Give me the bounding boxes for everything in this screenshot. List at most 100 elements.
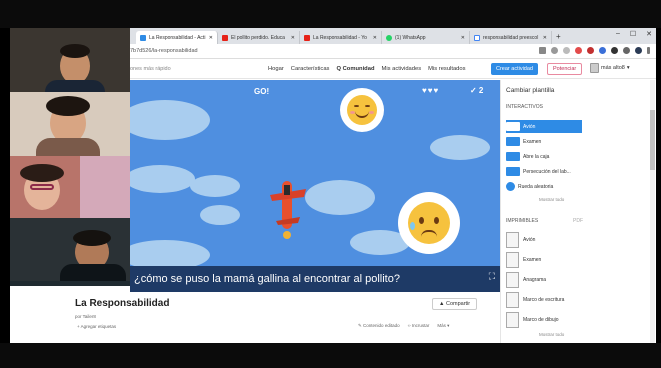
template-item-open-box[interactable]: Abre la caja bbox=[506, 150, 582, 163]
scrollbar-thumb[interactable] bbox=[650, 110, 655, 170]
extension-icon[interactable] bbox=[575, 47, 582, 54]
template-item-maze-chase[interactable]: Persecución del lab... bbox=[506, 165, 582, 178]
participant-shirt bbox=[36, 138, 100, 156]
whatsapp-icon bbox=[386, 34, 392, 41]
tab-google-search[interactable]: responsabilidad preescol ✕ bbox=[470, 31, 552, 44]
minimize-icon[interactable]: – bbox=[616, 30, 620, 38]
participant-hair bbox=[46, 96, 90, 116]
nav-links: Hogar Características Q Comunidad Mis ac… bbox=[268, 66, 466, 72]
drawing-frame-print-icon bbox=[506, 312, 519, 328]
wheel-template-icon bbox=[506, 182, 515, 191]
url-field[interactable]: 7b7d526/la-responsabilidad bbox=[130, 48, 198, 54]
panel-title: Cambiar plantilla bbox=[506, 87, 555, 94]
quiz-template-icon bbox=[506, 137, 520, 146]
activity-author[interactable]: por Tailer8 bbox=[75, 314, 96, 319]
template-item-random-wheel[interactable]: Rueda aleatoria bbox=[506, 180, 582, 193]
wordwall-icon bbox=[140, 34, 146, 41]
sad-face-icon bbox=[408, 202, 450, 244]
video-letterbox-bottom bbox=[0, 343, 661, 368]
close-icon[interactable]: ✕ bbox=[291, 35, 295, 41]
template-item-airplane[interactable]: Avión bbox=[506, 120, 582, 133]
close-window-icon[interactable]: ✕ bbox=[646, 30, 652, 38]
tab-title: (1) WhatsApp bbox=[395, 34, 426, 41]
embed-label: Incrustar bbox=[411, 323, 430, 328]
template-item-quiz[interactable]: Examen bbox=[506, 135, 582, 148]
puzzle-icon[interactable] bbox=[623, 47, 630, 54]
more-menu[interactable]: Más ▾ bbox=[437, 323, 449, 329]
menu-icon[interactable] bbox=[647, 47, 650, 54]
nav-my-results[interactable]: Mis resultados bbox=[428, 66, 465, 72]
star-icon[interactable] bbox=[563, 47, 570, 54]
activity-info: La Responsabilidad por Tailer8 + Agregar… bbox=[75, 292, 500, 343]
embed-icon: ‹› bbox=[407, 323, 411, 328]
zoom-icon[interactable] bbox=[551, 47, 558, 54]
print-item-airplane[interactable]: Avión bbox=[506, 232, 535, 248]
airplane-print-icon bbox=[506, 232, 519, 248]
participant-video-2[interactable] bbox=[10, 92, 130, 156]
participant-video-3[interactable] bbox=[10, 156, 130, 218]
cloud bbox=[130, 100, 210, 140]
participant-hair bbox=[73, 230, 111, 246]
search-input[interactable]: ones más rápido bbox=[130, 66, 171, 72]
tab-title: La Responsabilidad - Acti bbox=[149, 34, 206, 41]
lives-hearts: ♥♥♥ bbox=[422, 86, 440, 95]
print-item-drawing-frame[interactable]: Marco de dibujo bbox=[506, 312, 559, 328]
edit-content-label: Contenido editado bbox=[363, 323, 400, 328]
extension-icon[interactable] bbox=[587, 47, 594, 54]
video-strip-footer bbox=[10, 281, 130, 286]
print-item-anagram[interactable]: Anagrama bbox=[506, 272, 546, 288]
participant-glasses bbox=[30, 184, 54, 190]
edit-content-link[interactable]: ✎ Contenido editado bbox=[358, 323, 400, 329]
answer-cloud-sad[interactable] bbox=[398, 192, 460, 254]
show-all-link[interactable]: Mostrar todo bbox=[539, 197, 564, 202]
boost-button[interactable]: Potenciar bbox=[547, 63, 583, 75]
tab-la-responsabilidad[interactable]: La Responsabilidad - Acti ✕ bbox=[136, 31, 218, 44]
box-template-icon bbox=[506, 152, 520, 161]
answer-cloud-happy[interactable] bbox=[340, 88, 384, 132]
search-icon: Q bbox=[336, 65, 341, 72]
nav-community[interactable]: Q Comunidad bbox=[336, 66, 374, 72]
nav-home[interactable]: Hogar bbox=[268, 66, 284, 72]
add-tags-link[interactable]: + Agregar etiquetas bbox=[77, 324, 116, 329]
template-label: Rueda aleatoria bbox=[518, 183, 554, 190]
print-item-writing-frame[interactable]: Marco de escritura bbox=[506, 292, 564, 308]
close-icon[interactable]: ✕ bbox=[543, 35, 547, 41]
nav-features[interactable]: Características bbox=[291, 66, 330, 72]
participant-video-1[interactable] bbox=[10, 28, 130, 92]
user-menu[interactable]: más alto8 ▾ bbox=[590, 63, 630, 73]
template-label: Anagrama bbox=[523, 277, 547, 283]
create-activity-button[interactable]: Crear actividad bbox=[491, 63, 538, 75]
tab-responsabilidad-youtube[interactable]: La Responsabilidad - Yo ✕ bbox=[300, 31, 382, 44]
new-tab-icon[interactable]: + bbox=[556, 32, 561, 41]
activity-title: La Responsabilidad bbox=[75, 298, 170, 309]
panel-scrollbar[interactable] bbox=[650, 80, 655, 343]
game-canvas[interactable]: GO! ♥♥♥ ✓ 2 ¿cómo se puso la mamá gallin… bbox=[130, 80, 500, 292]
profile-icon[interactable] bbox=[635, 47, 642, 54]
tab-pollito-perdido[interactable]: El pollito perdido. Educa ✕ bbox=[218, 31, 300, 44]
extension-icon[interactable] bbox=[611, 47, 618, 54]
go-label: GO! bbox=[254, 87, 270, 96]
airplane-template-icon bbox=[506, 122, 520, 131]
score-counter: ✓ 2 bbox=[470, 86, 484, 95]
template-label: Marco de dibujo bbox=[523, 317, 559, 323]
close-icon[interactable]: ✕ bbox=[461, 35, 465, 41]
fullscreen-icon[interactable]: ⛶ bbox=[489, 271, 495, 282]
nav-my-activities[interactable]: Mis actividades bbox=[382, 66, 422, 72]
close-icon[interactable]: ✕ bbox=[209, 35, 213, 41]
template-label: Abre la caja bbox=[523, 153, 550, 160]
maximize-icon[interactable]: ☐ bbox=[630, 30, 636, 38]
happy-face-icon bbox=[347, 95, 377, 125]
translate-icon[interactable] bbox=[539, 47, 546, 54]
question-banner: ¿cómo se puso la mamá gallina al encontr… bbox=[130, 266, 500, 292]
extension-icon[interactable] bbox=[599, 47, 606, 54]
question-text: ¿cómo se puso la mamá gallina al encontr… bbox=[134, 273, 400, 285]
print-item-quiz[interactable]: Examen bbox=[506, 252, 541, 268]
tab-whatsapp[interactable]: (1) WhatsApp ✕ bbox=[382, 31, 470, 44]
show-all-link-2[interactable]: Mostrar todo bbox=[539, 332, 564, 337]
share-button[interactable]: ▲ Compartir bbox=[432, 298, 478, 310]
participant-video-4[interactable] bbox=[10, 218, 130, 281]
cloud bbox=[130, 165, 195, 193]
airplane-character-icon bbox=[270, 181, 306, 239]
embed-link[interactable]: ‹› Incrustar bbox=[408, 323, 430, 329]
close-icon[interactable]: ✕ bbox=[373, 35, 377, 41]
